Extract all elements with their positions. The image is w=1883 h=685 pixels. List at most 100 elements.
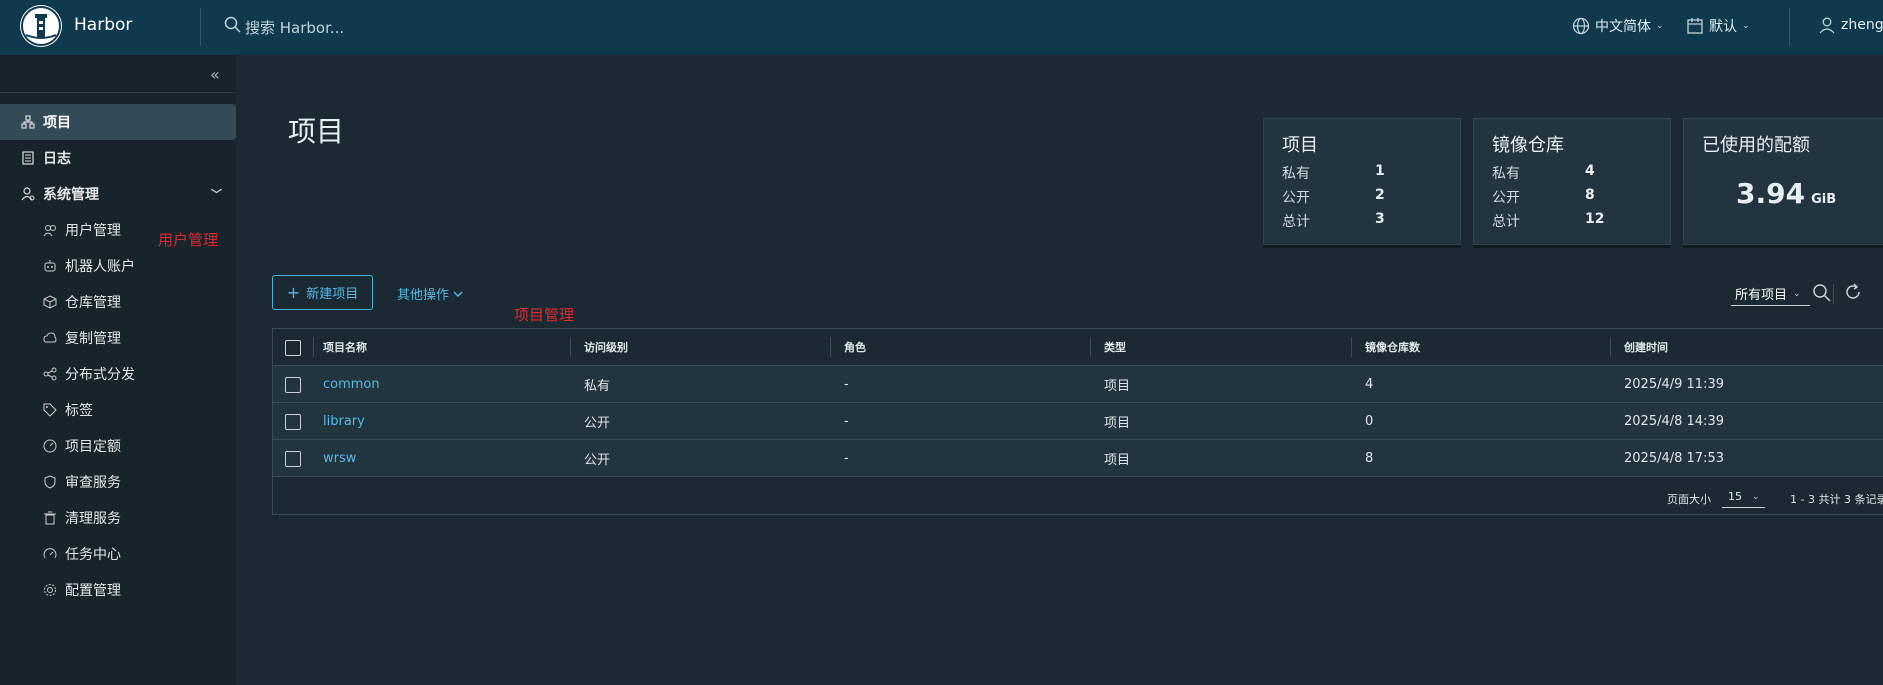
sidebar-item-label: 日志 (43, 151, 71, 167)
table-row: common 私有 - 项目 4 2025/4/9 11:39 (273, 366, 1883, 403)
header-divider (200, 8, 201, 46)
select-all-checkbox[interactable] (285, 340, 301, 356)
user-icon (1819, 17, 1835, 34)
card-row: 公开 8 (1492, 187, 1595, 207)
brand-name[interactable]: Harbor (74, 15, 132, 35)
sidebar-item-admin[interactable]: 系统管理 ﹀ (0, 176, 236, 212)
card-row: 公开 2 (1282, 187, 1385, 207)
shield-icon (42, 474, 58, 490)
sidebar-item-label: 系统管理 (43, 187, 99, 203)
sidebar-item-interrogation[interactable]: 审查服务 (0, 464, 236, 500)
column-header[interactable]: 镜像仓库数 (1365, 329, 1420, 365)
card-row: 私有 4 (1492, 163, 1595, 183)
type: 项目 (1104, 452, 1131, 468)
sidebar-item-registries[interactable]: 仓库管理 (0, 284, 236, 320)
globe-icon (1572, 17, 1590, 35)
sidebar-item-label: 配置管理 (65, 583, 121, 599)
column-header[interactable]: 类型 (1104, 329, 1126, 365)
project-filter-select[interactable]: 所有项目 ⌄ (1731, 282, 1810, 306)
sidebar-item-label: 任务中心 (65, 547, 121, 563)
column-divider (570, 337, 571, 357)
page-size-select[interactable]: 15 ⌄ (1722, 486, 1765, 508)
log-icon (20, 150, 36, 166)
row-checkbox[interactable] (285, 377, 301, 393)
collapse-sidebar-icon[interactable]: « (210, 65, 220, 84)
quota-icon (42, 438, 58, 454)
sidebar-item-label: 分布式分发 (65, 367, 135, 383)
sidebar-item-configuration[interactable]: 配置管理 (0, 572, 236, 608)
sidebar-item-logs[interactable]: 日志 (0, 140, 236, 176)
column-divider (313, 337, 314, 357)
project-name-link[interactable]: common (323, 366, 380, 402)
sidebar-item-replication[interactable]: 复制管理 (0, 320, 236, 356)
column-header[interactable]: 项目名称 (323, 329, 367, 365)
row-value: 12 (1585, 211, 1605, 227)
search-input[interactable]: 搜索 Harbor... (245, 17, 344, 38)
role: - (844, 376, 849, 392)
other-actions-button[interactable]: 其他操作 (397, 284, 464, 303)
card-title: 项目 (1282, 135, 1318, 156)
sidebar-item-label: 机器人账户 (65, 259, 135, 275)
row-checkbox[interactable] (285, 451, 301, 467)
new-project-button[interactable]: + 新建项目 (272, 275, 373, 310)
column-header[interactable]: 角色 (844, 329, 866, 365)
sidebar-item-label: 标签 (65, 403, 93, 419)
language-label: 中文简体 (1595, 19, 1651, 35)
card-row: 私有 1 (1282, 163, 1385, 183)
annotation-project-mgmt: 项目管理 (514, 306, 575, 324)
column-divider (1351, 337, 1352, 357)
theme-selector[interactable]: 默认 ⌄ (1686, 16, 1750, 36)
sidebar-item-label: 审查服务 (65, 475, 121, 491)
sidebar-item-label: 仓库管理 (65, 295, 121, 311)
search-icon[interactable] (224, 16, 242, 34)
harbor-logo-icon[interactable] (20, 5, 62, 47)
chevron-down-icon: ⌄ (1793, 288, 1801, 299)
projects-table: 项目名称 访问级别 角色 类型 镜像仓库数 创建时间 common 私有 - 项… (272, 328, 1883, 515)
plus-icon: + (286, 283, 301, 302)
sidebar-item-labels[interactable]: 标签 (0, 392, 236, 428)
sidebar-item-projects[interactable]: 项目 (0, 104, 236, 140)
row-value: 2 (1375, 187, 1385, 203)
sidebar-item-label: 项目定额 (65, 439, 121, 455)
access-level: 私有 (584, 378, 611, 394)
language-selector[interactable]: 中文简体 ⌄ (1572, 16, 1664, 36)
sidebar-item-label: 用户管理 (65, 223, 121, 239)
page-size-label: 页面大小 (1667, 493, 1711, 506)
row-value: 1 (1375, 163, 1385, 179)
table-row: library 公开 - 项目 0 2025/4/8 14:39 (273, 403, 1883, 440)
quota-unit: GiB (1811, 192, 1837, 207)
dashboard-icon (42, 546, 58, 562)
refresh-icon[interactable] (1844, 283, 1862, 301)
toolbar-divider (1833, 284, 1834, 304)
quota-summary-card: 已使用的配额 3.94 GiB (1683, 118, 1883, 245)
quota-number: 3.94 (1736, 177, 1806, 210)
project-name-link[interactable]: library (323, 403, 365, 439)
row-checkbox[interactable] (285, 414, 301, 430)
repo-count: 4 (1365, 376, 1374, 392)
repo-count: 8 (1365, 450, 1374, 466)
trash-icon (42, 510, 58, 526)
column-header[interactable]: 创建时间 (1624, 329, 1668, 365)
sidebar-item-distribution[interactable]: 分布式分发 (0, 356, 236, 392)
annotation-user-mgmt: 用户管理 (158, 231, 219, 249)
type: 项目 (1104, 378, 1131, 394)
column-header[interactable]: 访问级别 (584, 329, 628, 365)
chevron-down-icon[interactable]: ﹀ (211, 186, 222, 202)
user-menu[interactable]: zheng (1818, 16, 1883, 34)
sidebar-item-robots[interactable]: 机器人账户 (0, 248, 236, 284)
sidebar-item-quotas[interactable]: 项目定额 (0, 428, 236, 464)
creation-time: 2025/4/9 11:39 (1624, 376, 1724, 392)
replication-icon (42, 330, 58, 346)
header-divider (1789, 8, 1790, 46)
admin-icon (20, 186, 36, 202)
project-name-link[interactable]: wrsw (323, 440, 356, 476)
sidebar-item-jobs[interactable]: 任务中心 (0, 536, 236, 572)
search-icon[interactable] (1812, 283, 1832, 303)
calendar-icon (1687, 18, 1703, 34)
other-actions-label: 其他操作 (397, 288, 450, 303)
sidebar: « 项目 日志 系统管理 ﹀ 用户管理 机器人账户 仓库管理 复制管理 分布式分… (0, 55, 236, 685)
users-icon (42, 222, 58, 238)
role: - (844, 450, 849, 466)
theme-label: 默认 (1709, 19, 1737, 35)
sidebar-item-cleanup[interactable]: 清理服务 (0, 500, 236, 536)
